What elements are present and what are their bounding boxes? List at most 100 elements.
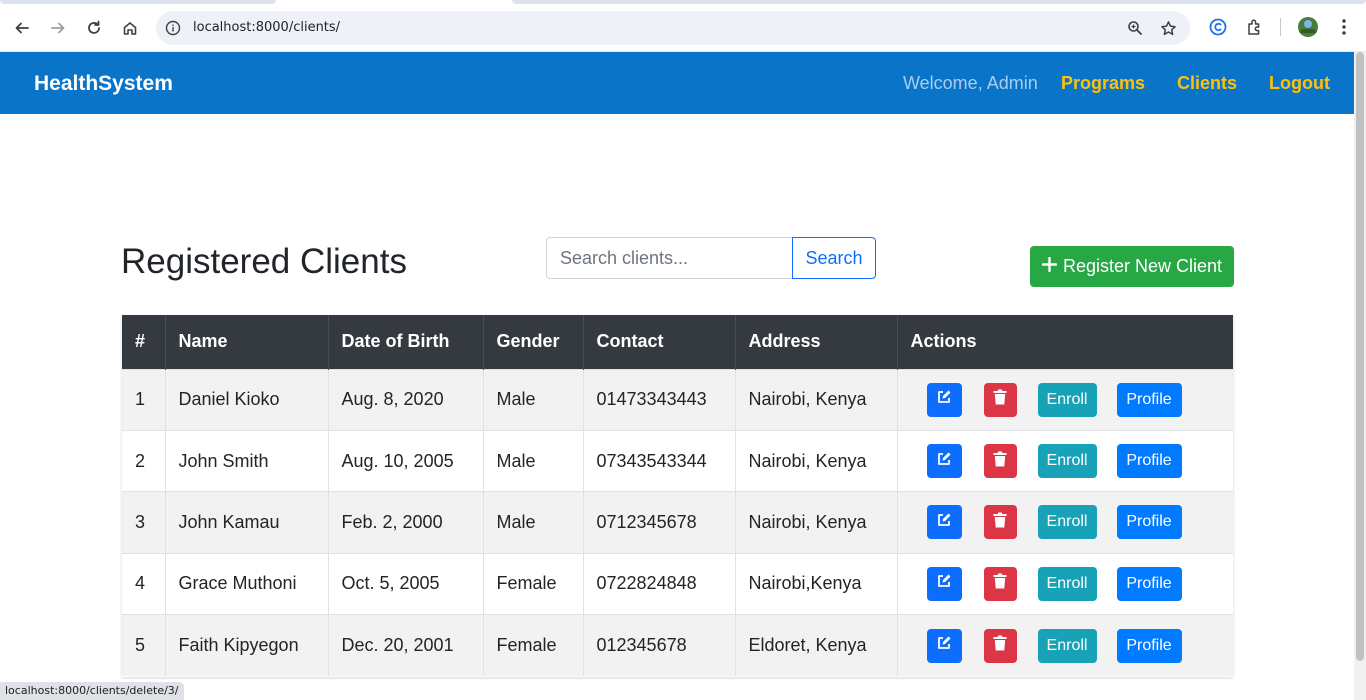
profile-button[interactable]: Profile: [1116, 444, 1182, 479]
trash-icon: [993, 635, 1007, 656]
delete-button[interactable]: [983, 628, 1017, 663]
column-header-contact: Contact: [583, 315, 736, 369]
cell-name: Grace Muthoni: [165, 552, 329, 615]
edit-icon: [936, 512, 952, 533]
nav-link-programs[interactable]: Programs: [1061, 73, 1145, 94]
bookmark-star-icon[interactable]: [1159, 19, 1177, 37]
url-text[interactable]: localhost:8000/clients/: [193, 20, 340, 35]
table-row: 2 John Smith Aug. 10, 2005 Male 07343543…: [122, 429, 1233, 492]
table-header-row: # Name Date of Birth Gender Contact Addr…: [122, 315, 1233, 369]
cell-name: John Smith: [165, 429, 329, 492]
register-new-client-button[interactable]: Register New Client: [1030, 246, 1234, 287]
home-icon[interactable]: [117, 15, 143, 41]
forward-icon[interactable]: [45, 15, 71, 41]
cell-actions: Enroll Profile: [897, 429, 1233, 492]
edit-button[interactable]: [926, 444, 962, 479]
browser-toolbar: localhost:8000/clients/: [0, 0, 1366, 52]
back-icon[interactable]: [9, 15, 35, 41]
trash-icon: [993, 451, 1007, 472]
profile-button[interactable]: Profile: [1116, 505, 1182, 540]
cell-dob: Dec. 20, 2001: [328, 614, 484, 676]
cell-address: Nairobi, Kenya: [735, 368, 898, 431]
trash-icon: [993, 389, 1007, 410]
cell-number: 5: [122, 614, 166, 676]
register-button-label: Register New Client: [1062, 256, 1223, 276]
cell-dob: Aug. 8, 2020: [328, 368, 484, 431]
edit-icon: [936, 573, 952, 594]
page-scrollbar-thumb[interactable]: [1356, 52, 1364, 661]
plus-icon: [1041, 256, 1058, 277]
toolbar-separator: [1280, 18, 1281, 36]
welcome-text: Welcome, Admin: [903, 73, 1038, 93]
edit-button[interactable]: [926, 382, 962, 417]
column-header-actions: Actions: [897, 315, 1233, 369]
link-status-bar: localhost:8000/clients/delete/3/: [0, 682, 184, 700]
column-header-gender: Gender: [483, 315, 584, 369]
cell-address: Eldoret, Kenya: [735, 614, 898, 676]
clients-table: # Name Date of Birth Gender Contact Addr…: [122, 315, 1233, 677]
cell-address: Nairobi, Kenya: [735, 491, 898, 554]
search-button[interactable]: Search: [792, 237, 876, 279]
cell-address: Nairobi, Kenya: [735, 429, 898, 492]
enroll-button[interactable]: Enroll: [1037, 505, 1097, 540]
edit-button[interactable]: [926, 566, 962, 601]
extensions-puzzle-icon[interactable]: [1243, 15, 1267, 39]
cell-actions: Enroll Profile: [897, 614, 1233, 676]
cell-contact: 01473343443: [583, 368, 736, 431]
reload-icon[interactable]: [81, 15, 107, 41]
edit-button[interactable]: [926, 505, 962, 540]
column-header-dob: Date of Birth: [328, 315, 484, 369]
delete-button[interactable]: [983, 382, 1017, 417]
cell-name: John Kamau: [165, 491, 329, 554]
edit-icon: [936, 451, 952, 472]
delete-button[interactable]: [983, 444, 1017, 479]
search-input[interactable]: [546, 237, 793, 279]
profile-avatar-icon[interactable]: [1296, 15, 1320, 39]
cell-actions: Enroll Profile: [897, 491, 1233, 554]
cell-gender: Male: [483, 429, 584, 492]
tab-strip-hint: [512, 0, 1366, 4]
edit-button[interactable]: [926, 628, 962, 663]
profile-button[interactable]: Profile: [1116, 566, 1182, 601]
profile-button[interactable]: Profile: [1116, 382, 1182, 417]
brand-logo[interactable]: HealthSystem: [34, 72, 173, 96]
enroll-button[interactable]: Enroll: [1037, 566, 1097, 601]
cell-number: 1: [122, 368, 166, 431]
cell-dob: Oct. 5, 2005: [328, 552, 484, 615]
cell-number: 4: [122, 552, 166, 615]
cell-contact: 07343543344: [583, 429, 736, 492]
table-row: 1 Daniel Kioko Aug. 8, 2020 Male 0147334…: [122, 368, 1233, 431]
cell-gender: Male: [483, 368, 584, 431]
cell-number: 3: [122, 491, 166, 554]
cell-dob: Feb. 2, 2000: [328, 491, 484, 554]
cell-gender: Female: [483, 614, 584, 676]
column-header-name: Name: [165, 315, 329, 369]
edit-icon: [936, 635, 952, 656]
site-info-icon[interactable]: [164, 19, 182, 37]
profile-button[interactable]: Profile: [1116, 628, 1182, 663]
enroll-button[interactable]: Enroll: [1037, 628, 1097, 663]
trash-icon: [993, 512, 1007, 533]
cell-contact: 012345678: [583, 614, 736, 676]
zoom-icon[interactable]: [1126, 19, 1144, 37]
address-bar[interactable]: localhost:8000/clients/: [156, 11, 1190, 45]
delete-button[interactable]: [983, 566, 1017, 601]
delete-button[interactable]: [983, 505, 1017, 540]
nav-link-clients[interactable]: Clients: [1177, 73, 1237, 94]
cell-address: Nairobi,Kenya: [735, 552, 898, 615]
enroll-button[interactable]: Enroll: [1037, 382, 1097, 417]
extension-c-icon[interactable]: [1206, 15, 1230, 39]
page-title: Registered Clients: [121, 242, 407, 281]
cell-name: Faith Kipyegon: [165, 614, 329, 676]
nav-link-logout[interactable]: Logout: [1269, 73, 1330, 94]
app-navbar: HealthSystem Welcome, Admin Programs Cli…: [0, 52, 1354, 114]
table-row: 4 Grace Muthoni Oct. 5, 2005 Female 0722…: [122, 552, 1233, 615]
trash-icon: [993, 573, 1007, 594]
browser-menu-icon[interactable]: [1332, 15, 1356, 39]
column-header-address: Address: [735, 315, 898, 369]
cell-dob: Aug. 10, 2005: [328, 429, 484, 492]
edit-icon: [936, 389, 952, 410]
enroll-button[interactable]: Enroll: [1037, 444, 1097, 479]
column-header-number: #: [122, 315, 166, 369]
tab-strip-hint: [0, 0, 276, 4]
